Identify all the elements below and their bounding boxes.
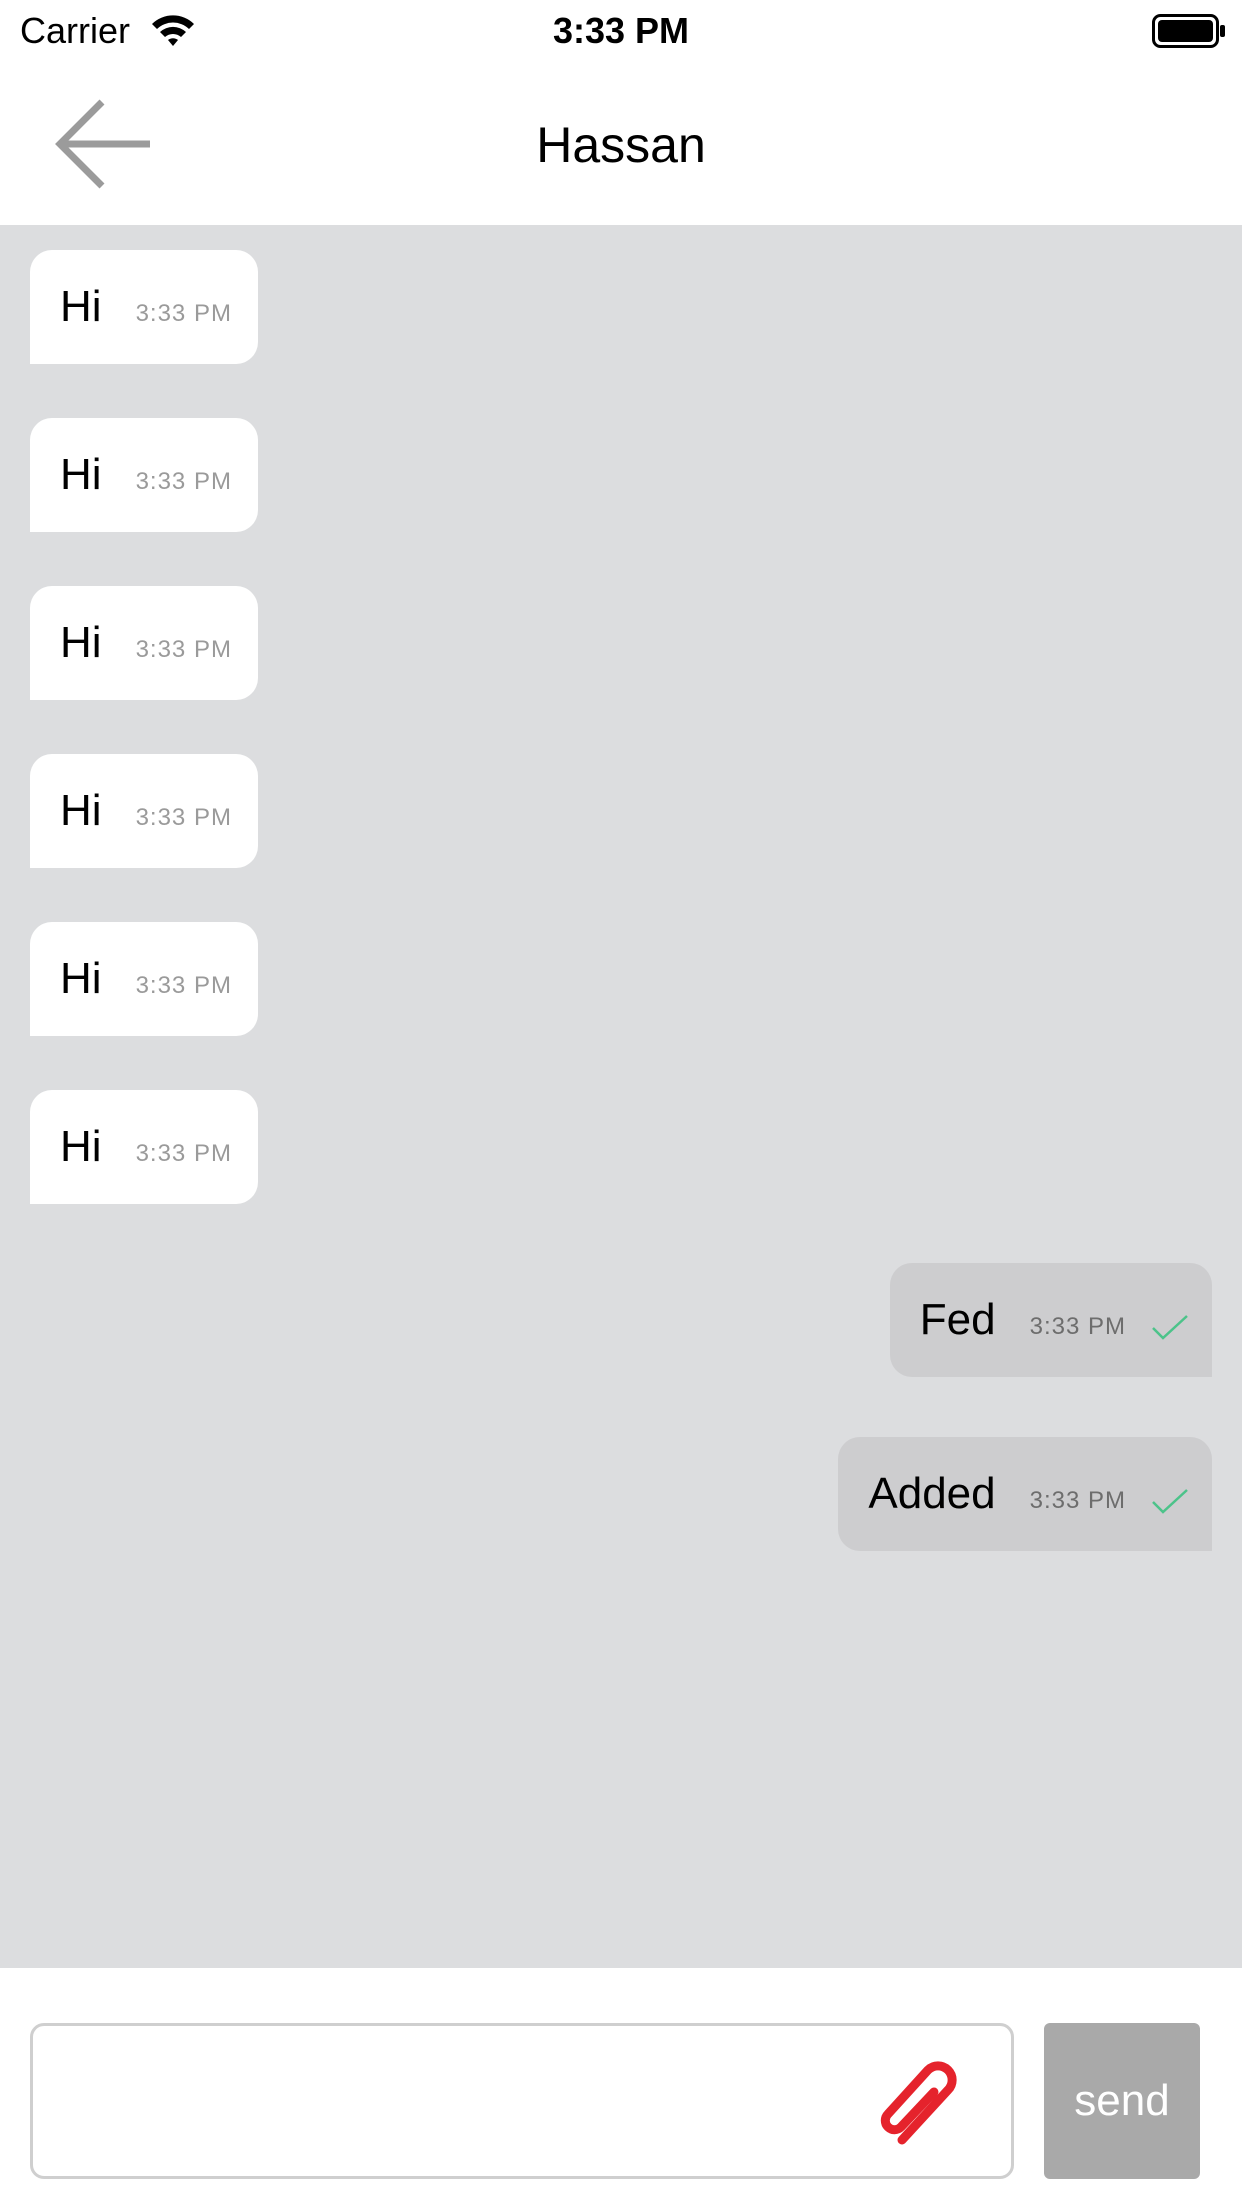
message-time: 3:33 PM: [135, 636, 232, 663]
incoming-message: Hi 3:33 PM: [30, 1090, 258, 1204]
message-time: 3:33 PM: [1029, 1487, 1126, 1514]
chat-title: Hassan: [536, 117, 706, 173]
status-time: 3:33 PM: [552, 10, 690, 51]
message-text: Fed: [919, 1295, 996, 1344]
message-list[interactable]: Hi 3:33 PM Hi 3:33 PM Hi 3:33 PM Hi 3:33…: [0, 225, 1242, 1968]
check-icon: [1152, 1315, 1188, 1340]
message-text: Hi: [60, 786, 102, 835]
paperclip-icon[interactable]: [872, 2048, 972, 2152]
message-input[interactable]: [30, 2023, 1014, 2179]
message-text: Hi: [60, 282, 102, 331]
message-text: Hi: [60, 1122, 102, 1171]
message-text: Hi: [60, 450, 102, 499]
message-time: 3:33 PM: [1029, 1313, 1126, 1340]
message-time: 3:33 PM: [135, 972, 232, 999]
incoming-message: Hi 3:33 PM: [30, 250, 258, 364]
message-time: 3:33 PM: [135, 468, 232, 495]
message-time: 3:33 PM: [135, 300, 232, 327]
message-composer: send: [0, 1968, 1242, 2208]
incoming-message: Hi 3:33 PM: [30, 922, 258, 1036]
message-text: Hi: [60, 954, 102, 1003]
outgoing-message: Added 3:33 PM: [838, 1437, 1212, 1551]
incoming-message: Hi 3:33 PM: [30, 418, 258, 532]
incoming-message: Hi 3:33 PM: [30, 754, 258, 868]
incoming-message: Hi 3:33 PM: [30, 586, 258, 700]
check-icon: [1152, 1489, 1188, 1514]
message-time: 3:33 PM: [135, 804, 232, 831]
battery-icon: [1152, 14, 1225, 48]
message-time: 3:33 PM: [135, 1140, 232, 1167]
message-text: Hi: [60, 618, 102, 667]
outgoing-message: Fed 3:33 PM: [889, 1263, 1212, 1377]
status-bar: Carrier 3:33 PM: [0, 0, 1242, 62]
message-text: Added: [868, 1469, 996, 1518]
navigation-bar: Hassan: [0, 62, 1242, 225]
send-button[interactable]: send: [1044, 2023, 1200, 2179]
